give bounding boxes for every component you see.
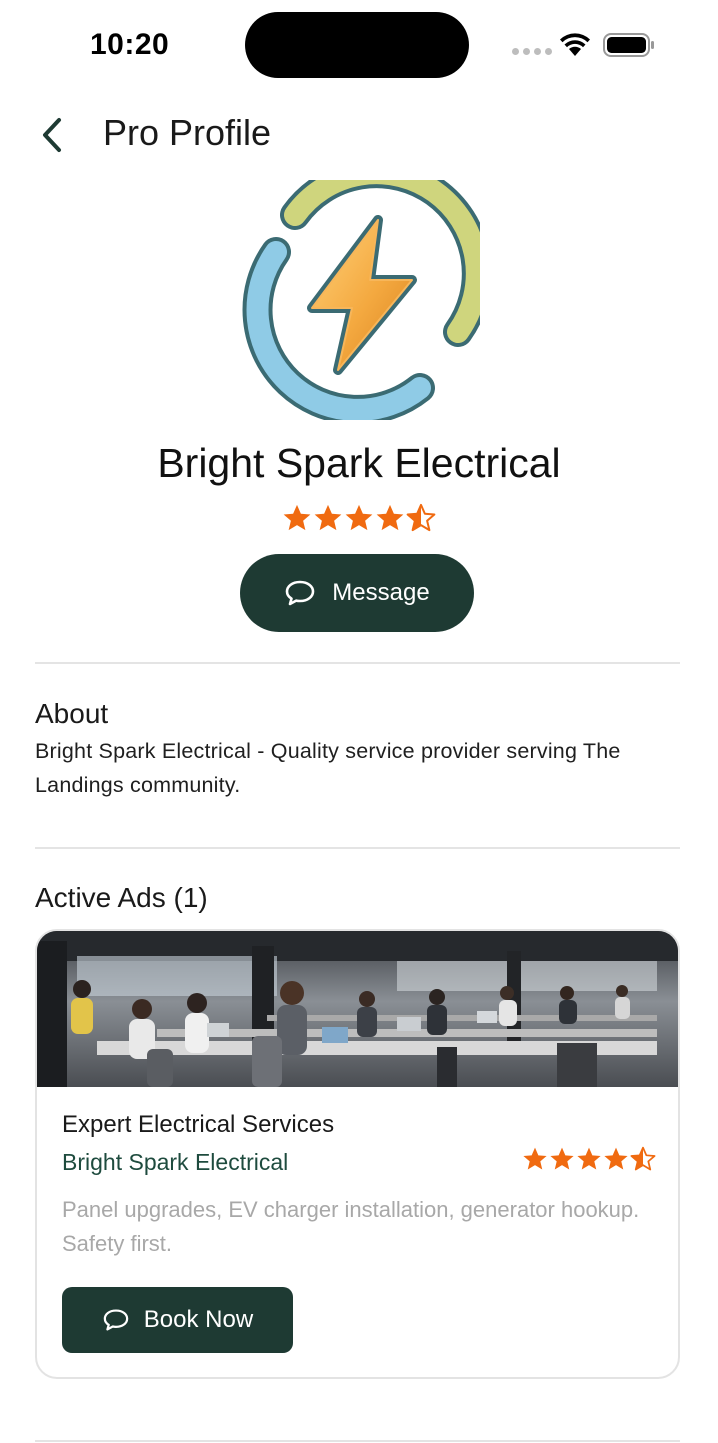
star-half-icon: [630, 1146, 656, 1171]
about-heading: About: [35, 698, 109, 729]
star-half-icon: [406, 503, 436, 532]
back-chevron-icon: [43, 118, 61, 152]
chat-bubble-icon: [103, 1309, 129, 1331]
book-now-button[interactable]: Book Now: [62, 1287, 293, 1353]
battery-icon: [603, 33, 654, 57]
business-name: Bright Spark Electrical: [157, 440, 561, 486]
ad-title: Expert Electrical Services: [62, 1111, 335, 1138]
star-icon: [604, 1147, 628, 1170]
ad-rating: [522, 1146, 656, 1172]
profile-rating: [282, 503, 436, 533]
star-icon: [314, 504, 342, 531]
star-icon: [345, 504, 373, 531]
ad-photo-office: [37, 931, 678, 1087]
star-icon: [376, 504, 404, 531]
ad-card[interactable]: Expert Electrical Services Bright Spark …: [35, 929, 680, 1379]
star-icon: [523, 1147, 547, 1170]
message-button[interactable]: Message: [240, 554, 474, 632]
divider: [35, 1440, 680, 1442]
book-now-label: Book Now: [143, 1306, 254, 1333]
about-text: Bright Spark Electrical - Quality servic…: [35, 739, 621, 797]
dynamic-island: [245, 12, 469, 78]
header-bar: Pro Profile: [0, 100, 718, 170]
star-icon: [550, 1147, 574, 1170]
cellular-signal-icon: [512, 48, 552, 55]
divider: [35, 847, 680, 849]
message-button-label: Message: [332, 579, 430, 606]
ad-provider-link[interactable]: Bright Spark Electrical: [62, 1149, 288, 1176]
business-logo: [242, 180, 480, 420]
status-bar: 10:20: [0, 0, 718, 92]
back-button[interactable]: [30, 112, 74, 158]
star-icon: [577, 1147, 601, 1170]
divider: [35, 662, 680, 664]
page-title: Pro Profile: [103, 112, 272, 153]
chat-bubble-icon: [285, 580, 315, 606]
ad-description: Panel upgrades, EV charger installation,…: [62, 1197, 640, 1256]
star-icon: [283, 504, 311, 531]
wifi-icon: [560, 33, 590, 56]
active-ads-heading: Active Ads (1): [35, 882, 208, 913]
status-time: 10:20: [90, 28, 170, 61]
